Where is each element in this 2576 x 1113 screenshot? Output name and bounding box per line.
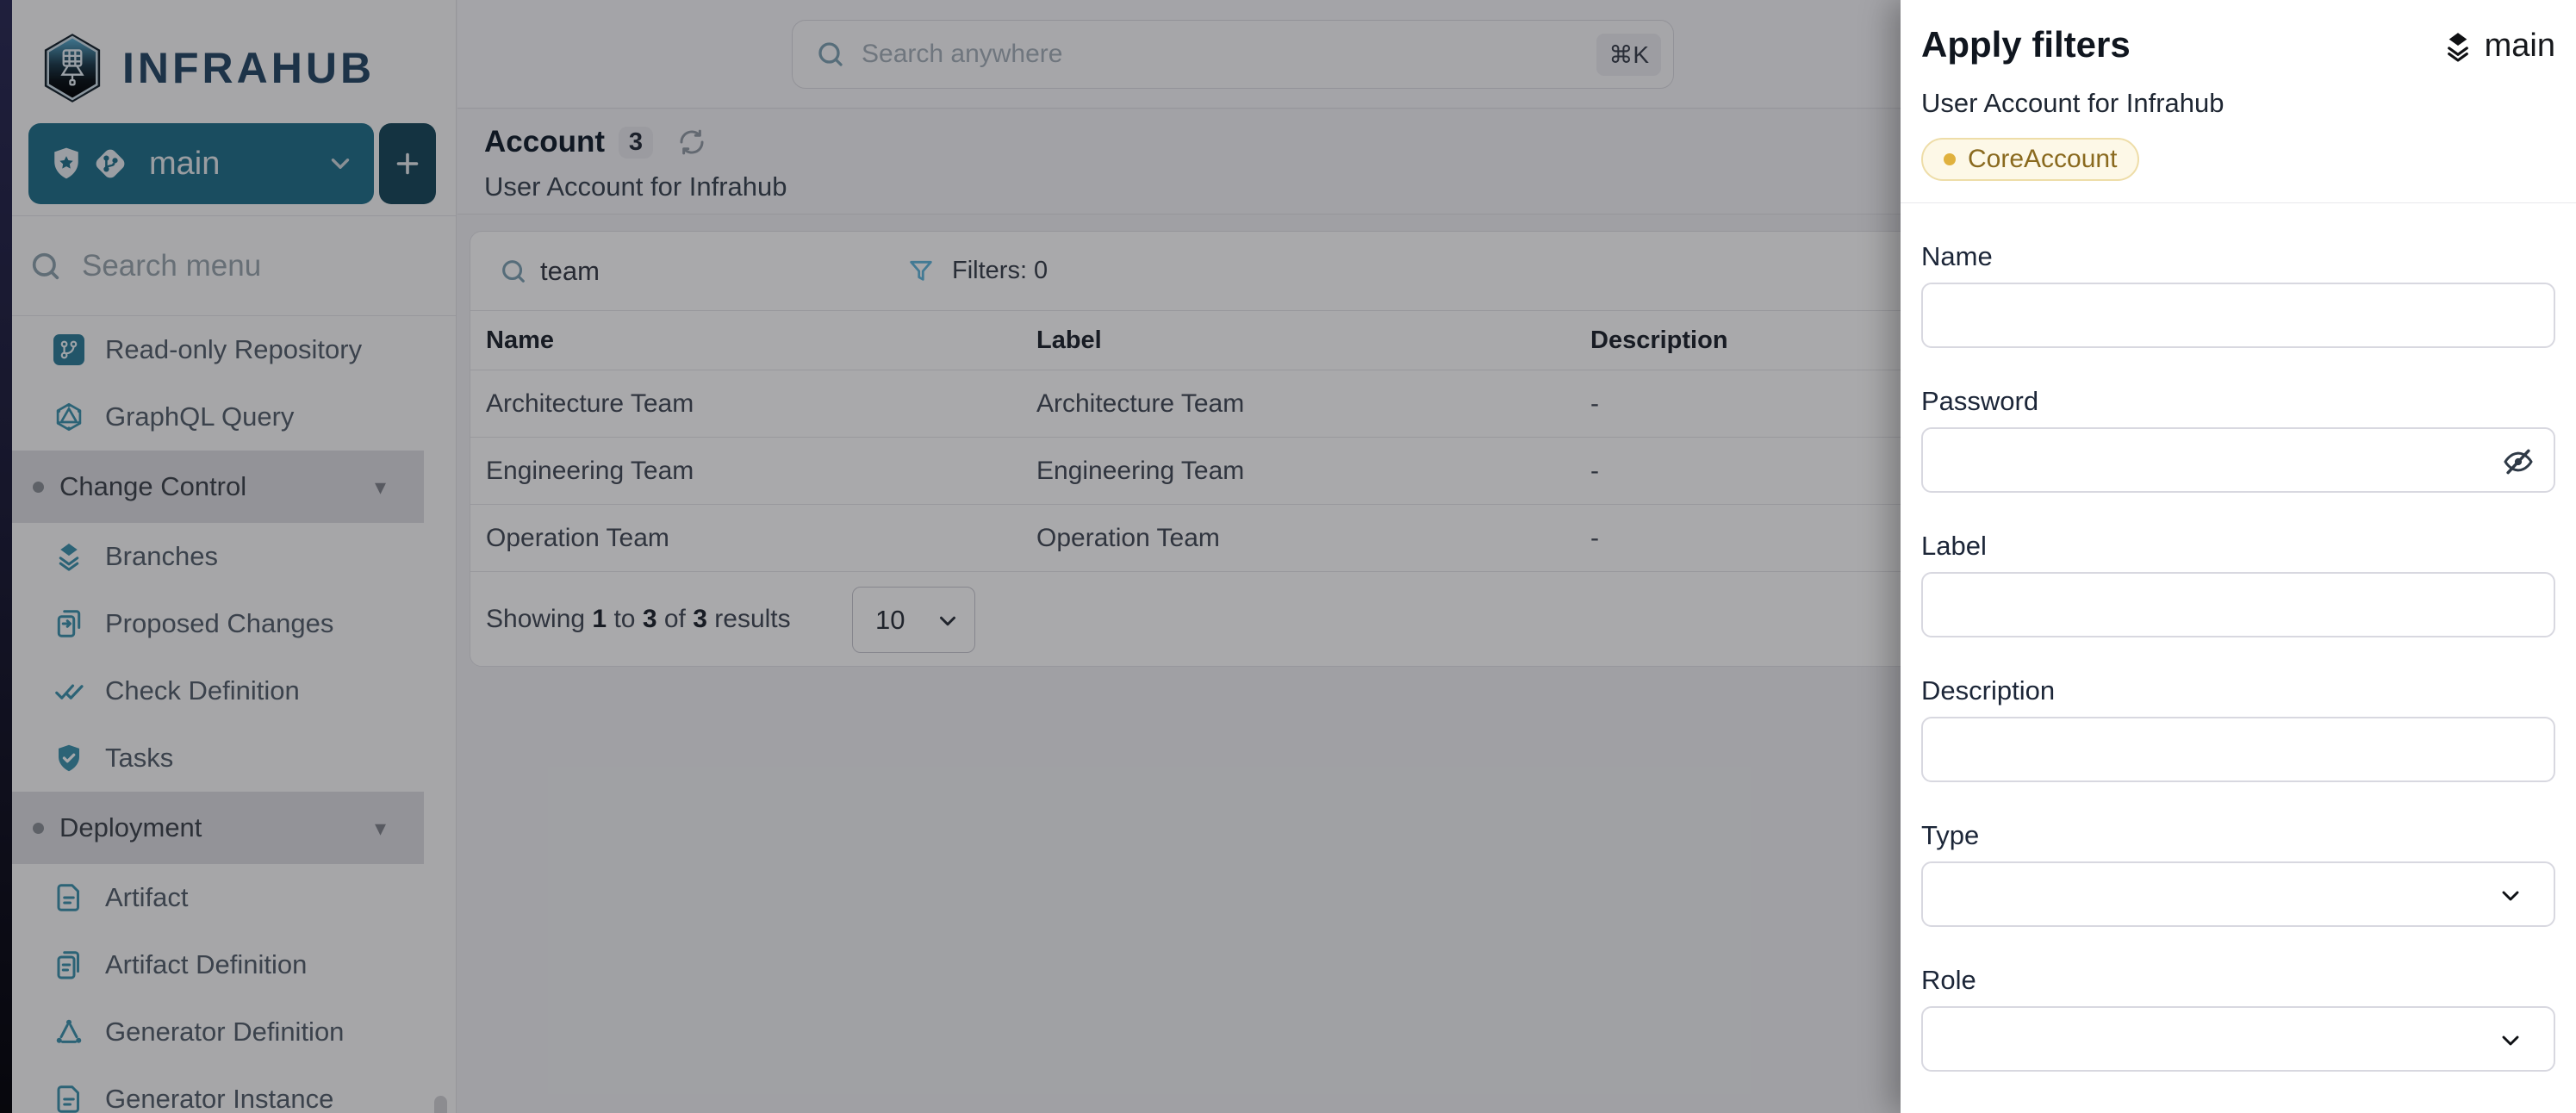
form-field: Label (1921, 531, 2555, 637)
field-label: Label (1921, 531, 2555, 562)
form-field: Description (1921, 675, 2555, 782)
form-field: Name (1921, 241, 2555, 348)
form-field: Role (1921, 965, 2555, 1072)
field-label: Type (1921, 820, 2555, 851)
form-field: Password (1921, 386, 2555, 493)
panel-divider (1901, 202, 2576, 203)
filters-panel: Apply filters main User Account for Infr… (1901, 0, 2576, 1113)
form-field: Type (1921, 820, 2555, 927)
panel-title: Apply filters (1921, 24, 2131, 65)
panel-branch-indicator[interactable]: main (2442, 28, 2555, 65)
field-label: Password (1921, 386, 2555, 417)
kind-badge: CoreAccount (1921, 138, 2139, 181)
app-root: INFRAHUB main (0, 0, 2576, 1113)
chevron-down-icon[interactable] (2497, 882, 2524, 910)
field-label: Name (1921, 241, 2555, 272)
field-input[interactable] (1921, 861, 2555, 927)
filters-form: Name Password (1921, 241, 2555, 1110)
panel-subtitle: User Account for Infrahub (1921, 88, 2555, 119)
chevron-down-icon[interactable] (2497, 1027, 2524, 1054)
panel-branch-label: main (2485, 28, 2555, 65)
field-input[interactable] (1921, 427, 2555, 493)
field-input[interactable] (1921, 572, 2555, 637)
field-label: Description (1921, 675, 2555, 706)
layers-icon (2442, 29, 2474, 64)
field-input[interactable] (1921, 1006, 2555, 1072)
field-input[interactable] (1921, 283, 2555, 348)
field-label: Role (1921, 965, 2555, 996)
field-input[interactable] (1921, 717, 2555, 782)
eye-off-icon[interactable] (2502, 445, 2535, 478)
kind-dot-icon (1944, 153, 1956, 165)
